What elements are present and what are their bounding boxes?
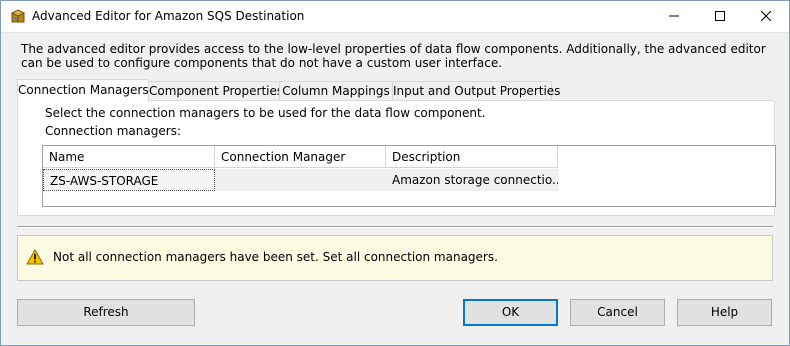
warning-icon [26,248,44,268]
title-bar[interactable]: Advanced Editor for Amazon SQS Destinati… [1,1,789,33]
column-header-name[interactable]: Name [43,146,215,168]
connection-managers-panel: Select the connection managers to be use… [17,100,776,216]
window-title: Advanced Editor for Amazon SQS Destinati… [32,9,305,23]
tab-connection-managers[interactable]: Connection Managers [17,79,149,102]
separator [17,226,773,228]
panel-instruction: Select the connection managers to be use… [45,106,486,120]
advanced-editor-dialog: Advanced Editor for Amazon SQS Destinati… [0,0,790,346]
warning-text: Not all connection managers have been se… [53,250,498,264]
connection-managers-grid: Name Connection Manager Description ZS-A… [42,145,776,207]
tab-column-mappings[interactable]: Column Mappings [279,81,393,101]
grid-label: Connection managers: [45,124,181,138]
row-description-cell: Amazon storage connectio... [386,169,558,191]
tab-component-properties[interactable]: Component Properties [148,81,283,101]
row-name-cell[interactable]: ZS-AWS-STORAGE [43,169,215,191]
tab-input-output-properties[interactable]: Input and Output Properties [392,81,560,101]
minimize-button[interactable] [651,1,697,32]
cancel-button[interactable]: Cancel [570,299,665,326]
column-header-description[interactable]: Description [386,146,558,168]
ok-button[interactable]: OK [463,299,558,326]
column-header-connection-manager[interactable]: Connection Manager [215,146,386,168]
refresh-button[interactable]: Refresh [17,299,195,326]
intro-text: The advanced editor provides access to t… [21,42,766,70]
help-button[interactable]: Help [677,299,772,326]
minimize-icon [669,15,679,17]
maximize-button[interactable] [697,1,743,32]
row-connection-manager-cell[interactable] [215,169,386,191]
package-icon [10,8,26,24]
maximize-icon [715,11,725,21]
close-button[interactable] [743,1,789,32]
warning-message-box: Not all connection managers have been se… [17,235,773,281]
close-icon [761,11,771,21]
